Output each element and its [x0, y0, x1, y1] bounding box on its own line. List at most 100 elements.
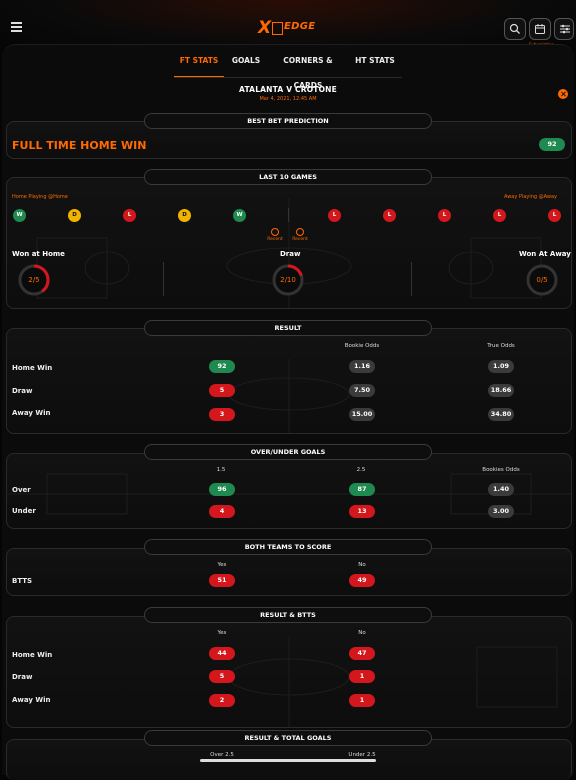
- col-true-odds: True Odds: [487, 343, 515, 349]
- col-yes: Yes: [217, 630, 227, 636]
- ou-panel: [6, 453, 572, 529]
- btts-label: BTTS: [12, 577, 33, 585]
- recent-home[interactable]: Recent: [265, 228, 285, 242]
- rbtts-no: 1: [349, 670, 375, 683]
- rbtts-row-label: Home Win: [12, 651, 53, 659]
- result-btts-panel: [6, 616, 572, 728]
- tab-corners-cards[interactable]: CORNERS & CARDS: [268, 48, 348, 90]
- bookie-odds: 15.00: [349, 408, 375, 421]
- btts-yes: 51: [209, 574, 235, 587]
- col-no: No: [358, 630, 366, 636]
- recent-away[interactable]: Recent: [290, 228, 310, 242]
- home-result-circle: L: [123, 209, 136, 222]
- ou-row-label: Over: [12, 486, 31, 494]
- rbtts-yes: 44: [209, 647, 235, 660]
- stat-divider: [411, 262, 412, 296]
- won-home-value: 2/5: [28, 276, 40, 284]
- won-home-ring: 2/5: [18, 264, 50, 296]
- rbtts-no: 1: [349, 694, 375, 707]
- col-yes: Yes: [217, 562, 227, 568]
- col-no: No: [358, 562, 366, 568]
- match-date: Mar 4, 2021, 12:45 AM: [259, 96, 317, 102]
- ou-value: 13: [349, 505, 375, 518]
- result-row-label: Away Win: [12, 409, 51, 417]
- away-playing-label: Away Playing @Away: [504, 194, 557, 200]
- draw-label: Draw: [280, 250, 301, 258]
- pitch-lines: [228, 637, 558, 727]
- ou-value: 87: [349, 483, 375, 496]
- tab-ht-stats[interactable]: HT STATS: [348, 48, 402, 76]
- filter-button[interactable]: [554, 18, 574, 40]
- recent-label: Recent: [267, 237, 283, 242]
- result-pct: 3: [209, 408, 235, 421]
- home-result-circle: D: [68, 209, 81, 222]
- rtg-header: RESULT & TOTAL GOALS: [144, 730, 432, 746]
- ou-value: 96: [209, 483, 235, 496]
- btts-panel: [6, 548, 572, 596]
- away-result-circle: L: [493, 209, 506, 222]
- home-result-circle: W: [13, 209, 26, 222]
- col-under-2-5: Under 2.5: [348, 752, 376, 758]
- app-logo: X EDGE: [258, 18, 318, 38]
- results-divider: [288, 208, 289, 222]
- ou-value: 4: [209, 505, 235, 518]
- away-result-circle: L: [383, 209, 396, 222]
- true-odds: 34.80: [488, 408, 514, 421]
- won-away-label: Won At Away: [519, 250, 571, 258]
- away-result-circle: L: [438, 209, 451, 222]
- tab-ft-stats[interactable]: FT STATS: [174, 48, 224, 77]
- result-pct: 92: [209, 360, 235, 373]
- won-home-label: Won at Home: [12, 250, 65, 258]
- home-playing-label: Home Playing @Home: [12, 194, 68, 200]
- col-over-2-5: 2.5: [356, 467, 366, 473]
- logo-x: X: [258, 18, 272, 38]
- away-result-circle: L: [548, 209, 561, 222]
- rbtts-row-label: Away Win: [12, 696, 51, 704]
- recent-icon: [296, 228, 304, 236]
- stat-divider: [163, 262, 164, 296]
- result-btts-header: RESULT & BTTS: [144, 607, 432, 623]
- col-bookies-odds: Bookies Odds: [482, 467, 520, 473]
- logo-text: EDGE: [284, 21, 316, 32]
- logo-box: [272, 22, 283, 35]
- close-icon[interactable]: [558, 89, 568, 99]
- btts-no: 49: [349, 574, 375, 587]
- search-button[interactable]: [504, 18, 526, 40]
- tab-goals[interactable]: GOALS: [224, 48, 268, 76]
- ou-odds: 3.00: [488, 505, 514, 518]
- calendar-icon: [535, 24, 545, 34]
- rbtts-yes: 5: [209, 670, 235, 683]
- rbtts-no: 47: [349, 647, 375, 660]
- tabs-divider: [174, 77, 402, 78]
- ou-header: OVER/UNDER GOALS: [144, 444, 432, 460]
- btts-header: BOTH TEAMS TO SCORE: [144, 539, 432, 555]
- calendar-button[interactable]: [529, 18, 551, 40]
- true-odds: 18.66: [488, 384, 514, 397]
- rbtts-yes: 2: [209, 694, 235, 707]
- home-result-circle: W: [233, 209, 246, 222]
- away-result-circle: L: [328, 209, 341, 222]
- home-result-circle: D: [178, 209, 191, 222]
- col-bookie-odds: Bookie Odds: [344, 343, 380, 349]
- home-indicator[interactable]: [200, 759, 376, 762]
- result-row-label: Draw: [12, 387, 33, 395]
- best-bet-value: 92: [539, 138, 565, 151]
- result-row-label: Home Win: [12, 364, 53, 372]
- best-bet-label: FULL TIME HOME WIN: [12, 139, 147, 152]
- last10-header: LAST 10 GAMES: [144, 169, 432, 185]
- bookie-odds: 1.16: [349, 360, 375, 373]
- col-over-2-5: Over 2.5: [210, 752, 234, 758]
- recent-label: Recent: [292, 237, 308, 242]
- stats-tabs: FT STATS GOALS CORNERS & CARDS HT STATS: [174, 48, 402, 90]
- search-icon: [509, 23, 520, 34]
- result-pct: 5: [209, 384, 235, 397]
- true-odds: 1.09: [488, 360, 514, 373]
- rbtts-row-label: Draw: [12, 673, 33, 681]
- best-bet-header: BEST BET PREDICTION: [144, 113, 432, 129]
- recent-icon: [271, 228, 279, 236]
- col-over-1-5: 1.5: [216, 467, 226, 473]
- draw-value: 2/10: [280, 276, 296, 284]
- hamburger-menu-icon[interactable]: [11, 22, 22, 32]
- won-away-value: 0/5: [536, 276, 548, 284]
- won-away-ring: 0/5: [526, 264, 558, 296]
